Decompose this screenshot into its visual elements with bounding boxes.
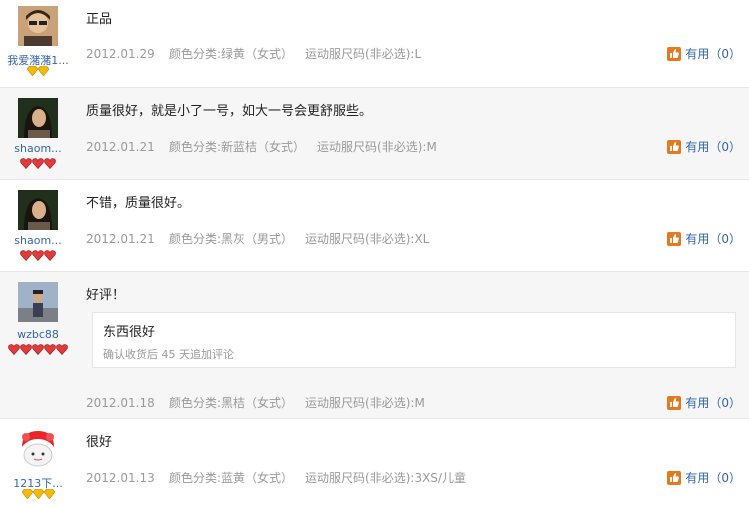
helpful-label[interactable]: 有用（0） (685, 47, 741, 61)
diamond-icon (37, 65, 50, 77)
rank-badge (0, 344, 76, 355)
heart-icon (20, 158, 32, 169)
heart-icon (32, 250, 44, 261)
avatar[interactable] (18, 282, 58, 322)
helpful-button[interactable]: 有用（0） (667, 469, 741, 486)
helpful-button[interactable]: 有用（0） (667, 394, 741, 411)
color-spec: 颜色分类:蓝黄（女式） (169, 471, 294, 485)
review-content: 质量很好，就是小了一号，如大一号会更舒服些。 (86, 104, 373, 119)
size-spec: 运动服尺码(非必选):3XS/儿童 (305, 471, 466, 485)
review-item: shaom... 不错，质量很好。 2012.01.21 颜色分类:黑灰（男式） 运… (0, 180, 749, 272)
review-date: 2012.01.29 (86, 47, 155, 61)
color-spec: 颜色分类:绿黄（女式） (169, 47, 294, 61)
rank-badge (0, 488, 76, 500)
rank-badge (0, 250, 76, 261)
review-meta: 2012.01.18 颜色分类:黑桔（女式） 运动服尺码(非必选):M (86, 394, 425, 411)
review-date: 2012.01.13 (86, 471, 155, 485)
review-content: 正品 (86, 12, 113, 27)
diamond-icon (21, 488, 33, 500)
color-spec: 颜色分类:黑桔（女式） (169, 396, 294, 410)
size-spec: 运动服尺码(非必选):XL (305, 232, 430, 246)
heart-icon (32, 344, 44, 355)
thumbs-up-icon (667, 232, 682, 246)
size-spec: 运动服尺码(非必选):L (305, 47, 422, 61)
heart-icon (44, 344, 56, 355)
review-item: 我爱潴潴1... 正品 2012.01.29 颜色分类:绿黄（女式） 运动服尺码(非… (0, 0, 749, 88)
helpful-button[interactable]: 有用（0） (667, 230, 741, 247)
helpful-label[interactable]: 有用（0） (685, 140, 741, 154)
review-meta: 2012.01.13 颜色分类:蓝黄（女式） 运动服尺码(非必选):3XS/儿童 (86, 469, 466, 486)
review-item: wzbc88 好评！ 东西很好 确认收货后 45 天追加评论 2012.01.1… (0, 272, 749, 419)
helpful-label[interactable]: 有用（0） (685, 396, 741, 410)
appended-note: 确认收货后 45 天追加评论 (103, 348, 234, 361)
user-name[interactable]: shaom... (0, 234, 76, 247)
review-meta: 2012.01.29 颜色分类:绿黄（女式） 运动服尺码(非必选):L (86, 45, 421, 62)
helpful-label[interactable]: 有用（0） (685, 232, 741, 246)
rank-badge (0, 65, 76, 77)
helpful-button[interactable]: 有用（0） (667, 138, 741, 155)
review-meta: 2012.01.21 颜色分类:黑灰（男式） 运动服尺码(非必选):XL (86, 230, 429, 247)
user-name[interactable]: shaom... (0, 142, 76, 155)
size-spec: 运动服尺码(非必选):M (317, 140, 437, 154)
heart-icon (20, 250, 32, 261)
diamond-icon (26, 65, 39, 77)
thumbs-up-icon (667, 396, 682, 410)
appended-review: 东西很好 确认收货后 45 天追加评论 (92, 312, 736, 368)
color-spec: 颜色分类:新蓝桔（女式） (169, 140, 306, 154)
avatar[interactable] (18, 190, 58, 230)
thumbs-up-icon (667, 140, 682, 154)
size-spec: 运动服尺码(非必选):M (305, 396, 425, 410)
review-item: shaom... 质量很好，就是小了一号，如大一号会更舒服些。 2012.01.… (0, 88, 749, 180)
review-item: 1213下... 很好 2012.01.13 颜色分类:蓝黄（女式） 运动服尺码(非… (0, 419, 749, 505)
review-content: 好评！ (86, 288, 126, 303)
rank-badge (0, 158, 76, 169)
heart-icon (8, 344, 20, 355)
thumbs-up-icon (667, 47, 682, 61)
avatar[interactable] (18, 429, 58, 469)
helpful-button[interactable]: 有用（0） (667, 45, 741, 62)
color-spec: 颜色分类:黑灰（男式） (169, 232, 294, 246)
review-content: 很好 (86, 435, 113, 450)
heart-icon (44, 250, 56, 261)
thumbs-up-icon (667, 471, 682, 485)
review-date: 2012.01.18 (86, 396, 155, 410)
review-content: 不错，质量很好。 (86, 196, 191, 211)
user-name[interactable]: wzbc88 (0, 328, 76, 341)
heart-icon (56, 344, 68, 355)
appended-content: 东西很好 (103, 325, 156, 340)
heart-icon (44, 158, 56, 169)
diamond-icon (43, 488, 55, 500)
avatar[interactable] (18, 6, 58, 46)
avatar[interactable] (18, 98, 58, 138)
review-date: 2012.01.21 (86, 140, 155, 154)
diamond-icon (32, 488, 44, 500)
review-date: 2012.01.21 (86, 232, 155, 246)
heart-icon (20, 344, 32, 355)
helpful-label[interactable]: 有用（0） (685, 471, 741, 485)
review-meta: 2012.01.21 颜色分类:新蓝桔（女式） 运动服尺码(非必选):M (86, 138, 437, 155)
heart-icon (32, 158, 44, 169)
